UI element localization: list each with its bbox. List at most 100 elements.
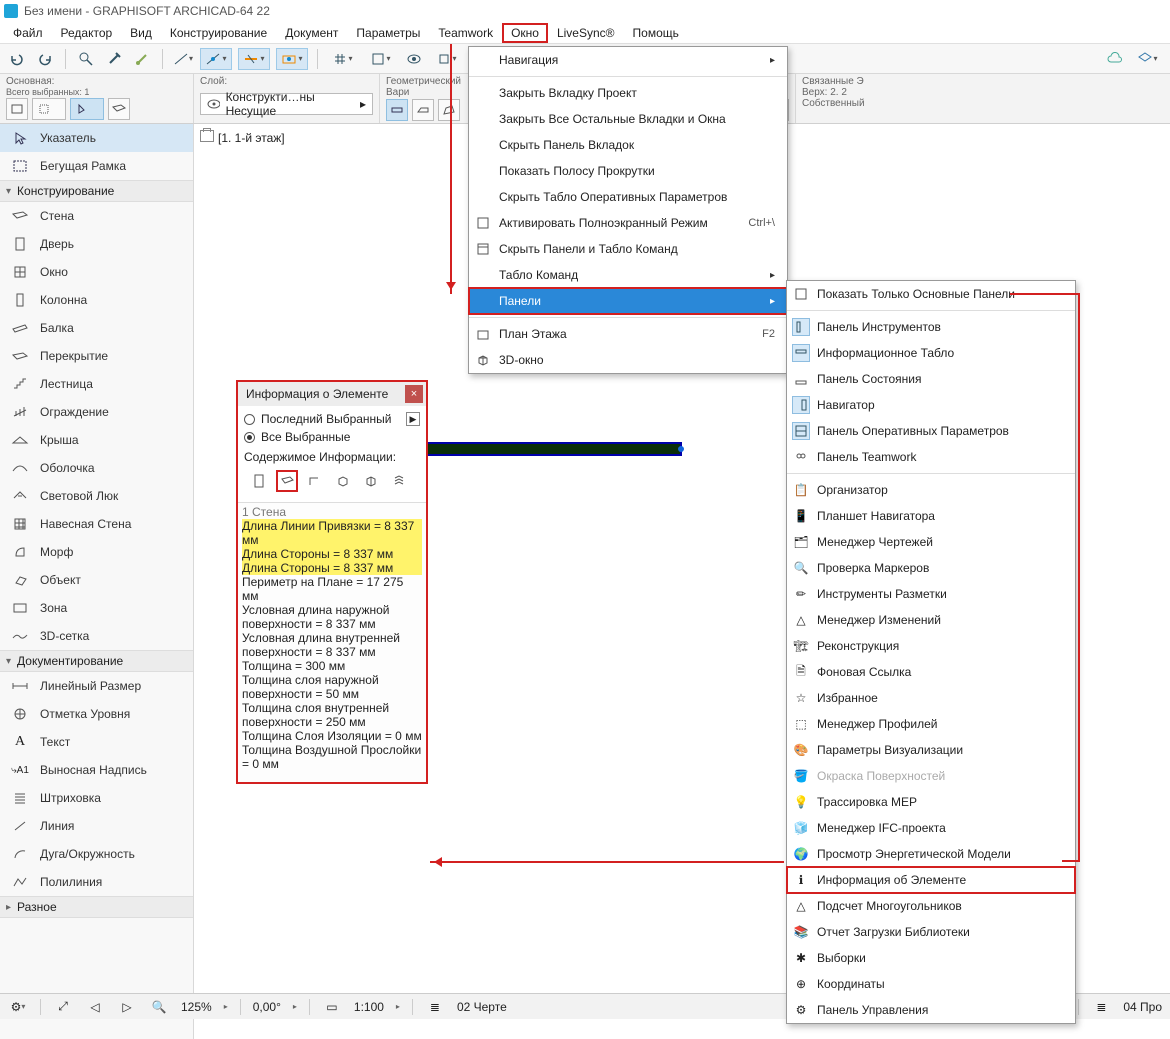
status-options-button[interactable]: ⚙▾: [8, 997, 28, 1017]
menu-window[interactable]: Окно: [502, 23, 548, 43]
tab-general-icon[interactable]: [248, 470, 270, 492]
panel-selections[interactable]: ✱Выборки: [787, 945, 1075, 971]
layers-status-button-2[interactable]: ≣: [1091, 997, 1111, 1017]
menu-close-others[interactable]: Закрыть Все Остальные Вкладки и Окна: [469, 106, 787, 132]
play-button[interactable]: ▶: [406, 412, 420, 426]
tab-other-icon[interactable]: [388, 470, 410, 492]
panel-profile-manager[interactable]: ⬚Менеджер Профилей: [787, 711, 1075, 737]
panel-teamwork[interactable]: Панель Teamwork: [787, 444, 1075, 470]
menu-editor[interactable]: Редактор: [52, 23, 122, 43]
tool-label[interactable]: ⤷A1Выносная Надпись: [0, 756, 193, 784]
panel-trace[interactable]: 🗎Фоновая Ссылка: [787, 659, 1075, 685]
panel-library-report[interactable]: 📚Отчет Загрузки Библиотеки: [787, 919, 1075, 945]
tab-size-icon[interactable]: [276, 470, 298, 492]
menu-view[interactable]: Вид: [121, 23, 161, 43]
tool-fill[interactable]: Штриховка: [0, 784, 193, 812]
menu-hide-tracker[interactable]: Скрыть Табло Оперативных Параметров: [469, 184, 787, 210]
undo-button[interactable]: [6, 48, 28, 70]
cloud-button[interactable]: [1104, 48, 1126, 70]
panel-change-manager[interactable]: △Менеджер Изменений: [787, 607, 1075, 633]
tool-beam[interactable]: Балка: [0, 314, 193, 342]
inject-button[interactable]: [131, 48, 153, 70]
drawing-set-left[interactable]: 02 Черте: [457, 1000, 507, 1014]
close-button[interactable]: ×: [405, 385, 423, 403]
tool-marquee[interactable]: Бегущая Рамка: [0, 152, 193, 180]
tool-morph[interactable]: Морф: [0, 538, 193, 566]
menu-panels[interactable]: Панели▸: [469, 288, 787, 314]
zoom-prev-button[interactable]: ◁: [85, 997, 105, 1017]
measure-button[interactable]: ▾: [172, 48, 194, 70]
tool-window[interactable]: Окно: [0, 258, 193, 286]
panel-markup-tools[interactable]: ✏Инструменты Разметки: [787, 581, 1075, 607]
tool-text[interactable]: AТекст: [0, 728, 193, 756]
menu-close-tab[interactable]: Закрыть Вкладку Проект: [469, 80, 787, 106]
redo-button[interactable]: [34, 48, 56, 70]
filter-button[interactable]: ▾: [1132, 48, 1164, 70]
element-info-header[interactable]: Информация о Элементе ×: [238, 382, 426, 406]
snap-guide-button[interactable]: ▾: [238, 48, 270, 70]
menu-show-scrollbar[interactable]: Показать Полосу Прокрутки: [469, 158, 787, 184]
menu-fullscreen[interactable]: Активировать Полноэкранный РежимCtrl+\: [469, 210, 787, 236]
visibility-button[interactable]: [403, 48, 425, 70]
menu-floor-plan[interactable]: План ЭтажаF2: [469, 321, 787, 347]
select-all-button[interactable]: [32, 98, 66, 120]
reference-button[interactable]: ▾: [365, 48, 397, 70]
geom-poly-button[interactable]: [438, 99, 460, 121]
tool-roof[interactable]: Крыша: [0, 426, 193, 454]
tool-arc[interactable]: Дуга/Окружность: [0, 840, 193, 868]
menu-livesync[interactable]: LiveSync®: [548, 23, 624, 43]
settings-button[interactable]: [6, 98, 28, 120]
radio-all-selected[interactable]: Все Выбранные: [244, 428, 420, 446]
tool-pointer[interactable]: Указатель: [0, 124, 193, 152]
menu-navigation[interactable]: Навигация▸: [469, 47, 787, 73]
tool-linear-dim[interactable]: Линейный Размер: [0, 672, 193, 700]
panel-drawing-manager[interactable]: 🗂Менеджер Чертежей: [787, 529, 1075, 555]
scale-value[interactable]: 1:100: [354, 1000, 384, 1014]
tool-curtainwall[interactable]: Навесная Стена: [0, 510, 193, 538]
menu-document[interactable]: Документ: [276, 23, 347, 43]
panel-element-info[interactable]: ℹИнформация об Элементе: [787, 867, 1075, 893]
zoom-next-button[interactable]: ▷: [117, 997, 137, 1017]
zoom-fit-button[interactable]: ⤢: [53, 997, 73, 1017]
panel-energy[interactable]: 🌍Просмотр Энергетической Модели: [787, 841, 1075, 867]
menu-toolbars[interactable]: Табло Команд▸: [469, 262, 787, 288]
menu-file[interactable]: Файл: [4, 23, 52, 43]
panel-polycount[interactable]: △Подсчет Многоугольников: [787, 893, 1075, 919]
scale-button[interactable]: ▭: [322, 997, 342, 1017]
drawing-set-right[interactable]: 04 Про: [1123, 1000, 1162, 1014]
panel-coordinates[interactable]: ⊕Координаты: [787, 971, 1075, 997]
tool-stair[interactable]: Лестница: [0, 370, 193, 398]
menu-3d-window[interactable]: 3D-окно: [469, 347, 787, 373]
toolbox-group-design[interactable]: ▾Конструирование: [0, 180, 193, 202]
pick-button[interactable]: [75, 48, 97, 70]
panel-infotablo[interactable]: Информационное Табло: [787, 340, 1075, 366]
geom-straight-button[interactable]: [386, 99, 408, 121]
tool-object[interactable]: Объект: [0, 566, 193, 594]
menu-options[interactable]: Параметры: [347, 23, 429, 43]
menu-design[interactable]: Конструирование: [161, 23, 276, 43]
tab-ifc-icon[interactable]: [360, 470, 382, 492]
panel-tracker[interactable]: Панель Оперативных Параметров: [787, 418, 1075, 444]
geom-trapez-button[interactable]: [412, 99, 434, 121]
tab-area-icon[interactable]: [304, 470, 326, 492]
panel-render-settings[interactable]: 🎨Параметры Визуализации: [787, 737, 1075, 763]
panel-toolbox[interactable]: Панель Инструментов: [787, 314, 1075, 340]
tool-polyline[interactable]: Полилиния: [0, 868, 193, 896]
tool-skylight[interactable]: Световой Люк: [0, 482, 193, 510]
panel-mep[interactable]: 💡Трассировка MEP: [787, 789, 1075, 815]
selection-mode-button[interactable]: [70, 98, 104, 120]
toolbox-group-document[interactable]: ▾Документирование: [0, 650, 193, 672]
panel-nav-tablet[interactable]: 📱Планшет Навигатора: [787, 503, 1075, 529]
tool-level-dim[interactable]: Отметка Уровня: [0, 700, 193, 728]
zoom-in-button[interactable]: 🔍: [149, 997, 169, 1017]
tool-zone[interactable]: Зона: [0, 594, 193, 622]
panel-ifc-manager[interactable]: 🧊Менеджер IFC-проекта: [787, 815, 1075, 841]
snap-mid-button[interactable]: ▾: [200, 48, 232, 70]
tool-line[interactable]: Линия: [0, 812, 193, 840]
angle-value[interactable]: 0,00°: [253, 1000, 281, 1014]
wall-icon-button[interactable]: [108, 98, 130, 120]
floor-plan-tab[interactable]: [1. 1-й этаж]: [200, 130, 285, 145]
grid-button[interactable]: ▾: [327, 48, 359, 70]
radio-last-selected[interactable]: Последний Выбранный ▶: [244, 410, 420, 428]
zoom-value[interactable]: 125%: [181, 1000, 212, 1014]
